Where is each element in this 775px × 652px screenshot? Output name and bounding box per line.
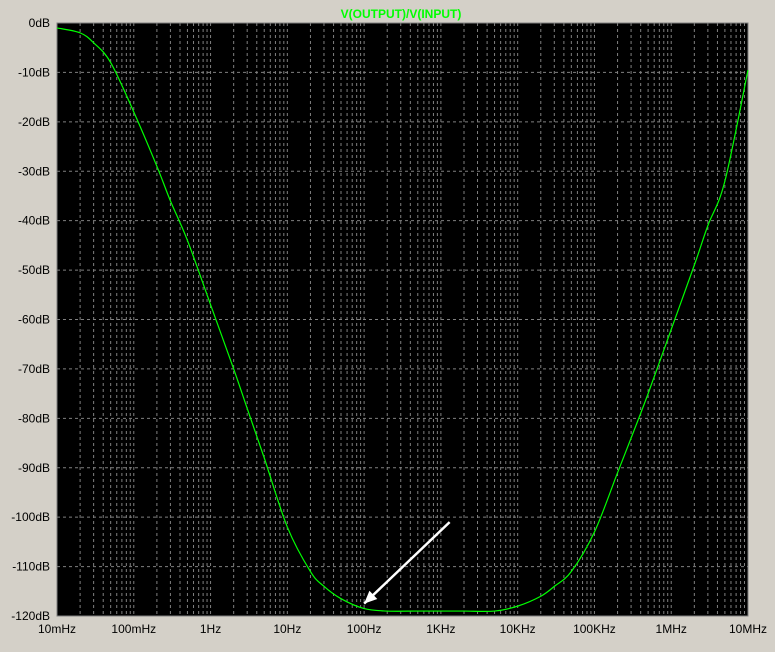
y-tick-label: 0dB [29, 16, 50, 30]
x-tick-label: 10mHz [38, 622, 76, 636]
y-tick-label: -20dB [18, 115, 50, 129]
y-tick-label: -40dB [18, 214, 50, 228]
y-tick-label: -70dB [18, 362, 50, 376]
x-tick-label: 1KHz [426, 622, 455, 636]
x-tick-label: 10KHz [500, 622, 536, 636]
y-tick-label: -30dB [18, 164, 50, 178]
chart-svg[interactable]: V(OUTPUT)/V(INPUT) 10mHz 100mHz 1Hz 10Hz 100… [0, 0, 775, 647]
x-tick-label: 10MHz [729, 622, 767, 636]
y-tick-label: -120dB [11, 609, 50, 623]
y-tick-label: -60dB [18, 313, 50, 327]
x-tick-label: 10Hz [273, 622, 301, 636]
y-tick-label: -80dB [18, 411, 50, 425]
x-tick-label: 100KHz [573, 622, 616, 636]
y-tick-label: -10dB [18, 65, 50, 79]
y-tick-label: -110dB [12, 560, 50, 574]
y-tick-label: -100dB [11, 510, 50, 524]
x-tick-label: 1MHz [656, 622, 687, 636]
x-tick-label: 100mHz [111, 622, 156, 636]
plot-area[interactable] [56, 22, 749, 617]
y-tick-label: -50dB [18, 263, 50, 277]
y-tick-label: -90dB [18, 461, 50, 475]
x-tick-label: 100Hz [347, 622, 382, 636]
x-tick-label: 1Hz [200, 622, 221, 636]
chart-title: V(OUTPUT)/V(INPUT) [341, 7, 462, 21]
plot-window: V(OUTPUT)/V(INPUT) 10mHz 100mHz 1Hz 10Hz 100… [0, 0, 775, 647]
